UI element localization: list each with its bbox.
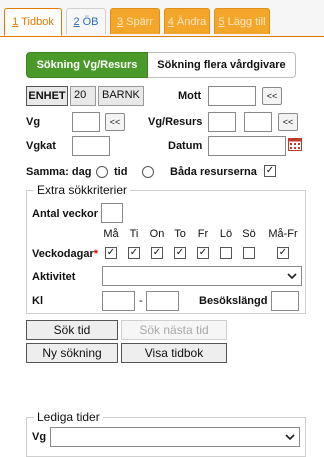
kl-label: Kl — [32, 295, 43, 307]
vg-lookup-button[interactable]: << — [105, 113, 125, 131]
aktivitet-label: Aktivitet — [32, 271, 76, 283]
tab-number: 1 — [12, 16, 19, 28]
extra-criteria-legend: Extra sökkriterier — [34, 183, 131, 197]
tab-tidbok[interactable]: 1 Tidbok — [4, 8, 62, 36]
ny-sokning-button[interactable]: Ny sökning — [26, 343, 118, 363]
bada-resurserna-label: Båda resurserna — [170, 166, 257, 178]
samma-tid-label: tid — [114, 166, 128, 178]
day-checkbox-so[interactable] — [243, 247, 255, 259]
besokslangd-label: Besökslängd — [199, 295, 268, 307]
enhet-name-field: BARNK — [98, 86, 144, 106]
kl-separator: - — [139, 295, 143, 307]
lediga-tider-legend: Lediga tider — [34, 410, 103, 424]
bada-resurserna-checkbox[interactable]: ✓ — [264, 165, 276, 177]
day-header: Sö — [242, 228, 256, 240]
sok-tid-button[interactable]: Sök tid — [26, 320, 118, 340]
tab-andra[interactable]: 4 Ändra — [164, 8, 210, 34]
lediga-vg-label: Vg — [32, 431, 47, 443]
mott-input[interactable] — [208, 86, 256, 106]
vg-resurs-input-1[interactable] — [208, 112, 236, 132]
tab-number: 2 — [73, 15, 80, 28]
day-header: Må — [103, 228, 119, 240]
besokslangd-input[interactable] — [271, 291, 299, 311]
sok-nasta-tid-button[interactable]: Sök nästa tid — [121, 320, 227, 340]
tab-number: 5 — [218, 15, 225, 28]
vgkat-label: Vgkat — [26, 140, 56, 152]
kl-to-input[interactable] — [146, 291, 179, 311]
tab-sparr[interactable]: 3 Spärr — [110, 8, 160, 34]
day-header: On — [149, 228, 165, 240]
samma-dag-radio[interactable] — [96, 166, 108, 178]
aktivitet-select[interactable] — [102, 266, 302, 286]
day-header: Lö — [219, 228, 233, 240]
mott-label: Mott — [178, 90, 202, 102]
vg-resurs-label: Vg/Resurs — [148, 116, 203, 128]
tab-label: ÖB — [82, 15, 99, 28]
datum-label: Datum — [168, 140, 203, 152]
tab-label: Ändra — [176, 15, 207, 28]
antal-veckor-input[interactable] — [101, 203, 123, 223]
day-header: Ti — [129, 228, 139, 240]
vg-label: Vg — [26, 116, 41, 128]
day-checkbox-ti[interactable]: ✓ — [128, 247, 140, 259]
kl-from-input[interactable] — [102, 291, 135, 311]
vg-resurs-input-2[interactable] — [244, 112, 272, 132]
search-vg-resurs-button[interactable]: Sökning Vg/Resurs — [26, 52, 148, 78]
vgkat-input[interactable] — [72, 136, 110, 156]
chevron-down-icon — [287, 273, 297, 280]
samma-dag-label: Samma: dag — [26, 166, 92, 178]
day-checkbox-ma[interactable]: ✓ — [105, 247, 117, 259]
veckodagar-label: Veckodagar* — [32, 248, 98, 260]
required-mark: * — [93, 248, 99, 260]
antal-veckor-label: Antal veckor — [32, 208, 99, 220]
tab-ob[interactable]: 2 ÖB — [66, 8, 106, 34]
tab-number: 3 — [116, 15, 124, 28]
visa-tidbok-button[interactable]: Visa tidbok — [121, 343, 227, 363]
tab-label: Tidbok — [21, 16, 54, 28]
tab-number: 4 — [167, 15, 174, 28]
day-checkbox-on[interactable]: ✓ — [151, 247, 163, 259]
vg-resurs-lookup-button[interactable]: << — [278, 113, 298, 131]
day-checkbox-fr[interactable]: ✓ — [197, 247, 209, 259]
chevron-down-icon — [285, 434, 295, 441]
day-header: Fr — [197, 228, 209, 240]
day-checkbox-ma-fr[interactable]: ✓ — [277, 247, 289, 259]
vg-input[interactable] — [72, 112, 100, 132]
veckodagar-text: Veckodagar — [32, 248, 94, 260]
tab-bar: 1 Tidbok 2 ÖB 3 Spärr 4 Ändra 5 Lägg till — [0, 0, 324, 37]
tab-label: Lägg till — [227, 15, 266, 28]
lediga-vg-select[interactable] — [50, 427, 300, 447]
enhet-label: ENHET — [26, 86, 68, 106]
mott-lookup-button[interactable]: << — [262, 87, 282, 105]
enhet-code-field: 20 — [70, 86, 96, 106]
calendar-icon[interactable] — [288, 137, 302, 154]
tab-label: Spärr — [126, 15, 154, 28]
day-header: To — [174, 228, 186, 240]
day-checkbox-to[interactable]: ✓ — [174, 247, 186, 259]
day-checkbox-lo[interactable] — [220, 247, 232, 259]
day-header: Må-Fr — [268, 228, 298, 240]
search-multi-vardgivare-button[interactable]: Sökning flera vårdgivare — [148, 52, 296, 78]
datum-input[interactable] — [208, 136, 286, 156]
tab-lagg-till[interactable]: 5 Lägg till — [214, 8, 270, 34]
samma-tid-radio[interactable] — [142, 166, 154, 178]
